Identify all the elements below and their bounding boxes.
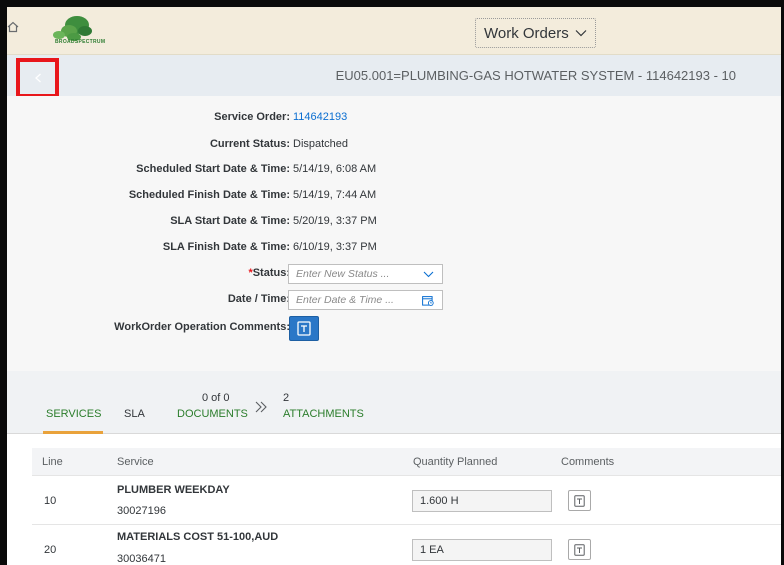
sla-finish-value: 6/10/19, 3:37 PM: [293, 241, 377, 253]
object-subheader: EU05.001=PLUMBING-GAS HOTWATER SYSTEM - …: [7, 55, 781, 98]
quantity-value: 1.600 H: [420, 495, 459, 507]
cell-service: MATERIALS COST 51-100,AUD: [117, 531, 279, 543]
current-status-row: Current Status: Dispatched: [7, 135, 781, 155]
column-header-service: Service: [117, 456, 154, 468]
tab-services[interactable]: SERVICES: [46, 408, 101, 420]
scheduled-start-row: Scheduled Start Date & Time: 5/14/19, 6:…: [7, 160, 781, 180]
date-time-label: Date / Time:: [227, 293, 290, 305]
sla-finish-label: SLA Finish Date & Time:: [162, 241, 290, 253]
date-time-picker[interactable]: Enter Date & Time ...: [288, 290, 443, 310]
date-time-row: Date / Time: Enter Date & Time ...: [7, 290, 781, 310]
quantity-field[interactable]: 1 EA: [412, 539, 552, 561]
current-status-label: Current Status:: [209, 138, 290, 150]
chevron-left-icon: [34, 73, 41, 83]
calendar-clock-icon[interactable]: [422, 295, 434, 306]
quantity-value: 1 EA: [420, 544, 444, 556]
app-window: BROADSPECTRUM Work Orders EU05.001=PLUMB…: [0, 0, 784, 565]
sla-finish-row: SLA Finish Date & Time: 6/10/19, 3:37 PM: [7, 238, 781, 258]
scheduled-finish-label: Scheduled Finish Date & Time:: [128, 189, 290, 201]
row-comment-button[interactable]: [568, 490, 591, 511]
cell-line: 10: [44, 495, 57, 507]
chevron-down-icon: [575, 30, 587, 37]
service-order-row: Service Order: 114642193: [7, 108, 781, 128]
chevron-down-icon: [423, 271, 434, 278]
note-icon: [574, 543, 585, 556]
service-order-link[interactable]: 114642193: [293, 111, 347, 123]
operation-comments-button[interactable]: [289, 316, 319, 341]
current-status-value: Dispatched: [293, 138, 349, 150]
tab-attachments[interactable]: 2 ATTACHMENTS: [283, 392, 364, 420]
quantity-field[interactable]: 1.600 H: [412, 490, 552, 512]
cell-service-code: 30036471: [117, 553, 166, 565]
work-orders-menu[interactable]: Work Orders: [475, 18, 596, 48]
row-comment-button[interactable]: [568, 539, 591, 560]
status-row: *Status: Enter New Status ...: [7, 264, 781, 284]
note-icon: [297, 321, 311, 336]
cell-line: 20: [44, 544, 57, 556]
table-row[interactable]: 10 PLUMBER WEEKDAY 30027196 1.600 H: [32, 476, 781, 525]
documents-count: 0 of 0: [202, 392, 230, 404]
object-title: EU05.001=PLUMBING-GAS HOTWATER SYSTEM - …: [335, 68, 736, 83]
sla-start-value: 5/20/19, 3:37 PM: [293, 215, 377, 227]
scheduled-finish-value: 5/14/19, 7:44 AM: [293, 189, 377, 201]
company-logo: [53, 16, 92, 41]
work-orders-label: Work Orders: [484, 24, 569, 42]
status-label: *Status:: [248, 267, 290, 279]
table-header: Line Service Quantity Planned Comments: [32, 448, 781, 476]
work-order-form: Service Order: 114642193 Current Status:…: [7, 96, 781, 371]
documents-label: DOCUMENTS: [177, 408, 248, 420]
tab-sla[interactable]: SLA: [124, 408, 145, 420]
status-placeholder: Enter New Status ...: [296, 268, 390, 280]
cell-service-code: 30027196: [117, 505, 166, 517]
logo-text: BROADSPECTRUM: [55, 39, 106, 45]
active-tab-indicator: [43, 431, 103, 434]
home-icon[interactable]: [7, 21, 19, 33]
double-chevron-right-icon[interactable]: [253, 400, 269, 414]
comments-label: WorkOrder Operation Comments:: [114, 321, 290, 333]
column-header-comments: Comments: [561, 456, 615, 468]
sla-start-label: SLA Start Date & Time:: [170, 215, 290, 227]
column-header-line: Line: [42, 456, 63, 468]
shell-header: BROADSPECTRUM Work Orders: [7, 7, 781, 55]
attachments-label: ATTACHMENTS: [283, 408, 364, 420]
table-row[interactable]: 20 MATERIALS COST 51-100,AUD 30036471 1 …: [32, 525, 781, 565]
scheduled-finish-row: Scheduled Finish Date & Time: 5/14/19, 7…: [7, 186, 781, 206]
sla-start-row: SLA Start Date & Time: 5/20/19, 3:37 PM: [7, 212, 781, 232]
scheduled-start-label: Scheduled Start Date & Time:: [136, 163, 290, 175]
back-button[interactable]: [16, 58, 59, 98]
scheduled-start-value: 5/14/19, 6:08 AM: [293, 163, 377, 175]
comments-row: WorkOrder Operation Comments:: [7, 316, 781, 341]
tab-bar: [7, 371, 781, 434]
tab-documents[interactable]: 0 of 0 DOCUMENTS: [177, 392, 248, 420]
attachments-count: 2: [283, 392, 290, 404]
cell-service: PLUMBER WEEKDAY: [117, 484, 230, 496]
status-select[interactable]: Enter New Status ...: [288, 264, 443, 284]
service-order-label: Service Order:: [214, 111, 290, 123]
date-time-placeholder: Enter Date & Time ...: [296, 294, 394, 306]
status-label-text: Status:: [252, 267, 290, 279]
column-header-quantity: Quantity Planned: [413, 456, 498, 468]
note-icon: [574, 494, 585, 507]
